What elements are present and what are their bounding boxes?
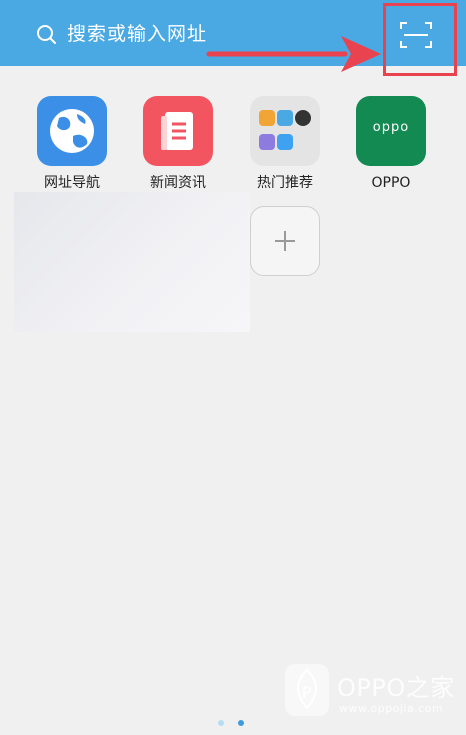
plus-icon <box>275 231 295 251</box>
page-dot[interactable] <box>218 720 224 726</box>
svg-text:P: P <box>302 683 312 702</box>
search-icon <box>37 25 56 44</box>
mini-app-icon <box>259 134 275 150</box>
annotation-highlight-box <box>383 3 457 76</box>
add-shortcut-button[interactable] <box>250 206 320 276</box>
oppo-logo: oppo <box>356 96 426 166</box>
mini-app-icon <box>295 110 311 126</box>
folder-icon <box>250 96 320 166</box>
app-news-label: 新闻资讯 <box>150 175 206 191</box>
watermark-url: www.oppojia.com <box>339 702 444 715</box>
app-nav[interactable]: 网址导航 <box>29 96 115 192</box>
watermark-title: OPPO之家 <box>337 674 455 702</box>
mini-app-icon <box>277 134 293 150</box>
app-oppo-label: OPPO <box>371 175 411 191</box>
globe-icon <box>37 96 107 166</box>
app-news[interactable]: 新闻资讯 <box>135 96 221 192</box>
page-dot-active[interactable] <box>238 720 244 726</box>
app-oppo[interactable]: oppo OPPO <box>348 96 434 192</box>
news-icon <box>143 96 213 166</box>
mini-app-icon <box>259 110 275 126</box>
app-hot-label: 热门推荐 <box>257 175 313 191</box>
watermark-logo: P <box>285 664 329 716</box>
oppo-logo-text: oppo <box>372 120 410 135</box>
app-nav-label: 网址导航 <box>44 175 100 191</box>
page-indicator <box>218 720 248 728</box>
search-input[interactable]: 搜索或输入网址 <box>67 19 207 49</box>
watermark: P OPPO之家 www.oppojia.com <box>285 664 455 724</box>
annotation-arrow <box>206 36 381 72</box>
mini-app-icon <box>277 110 293 126</box>
blurred-region <box>14 192 250 332</box>
app-hot[interactable]: 热门推荐 <box>242 96 328 192</box>
